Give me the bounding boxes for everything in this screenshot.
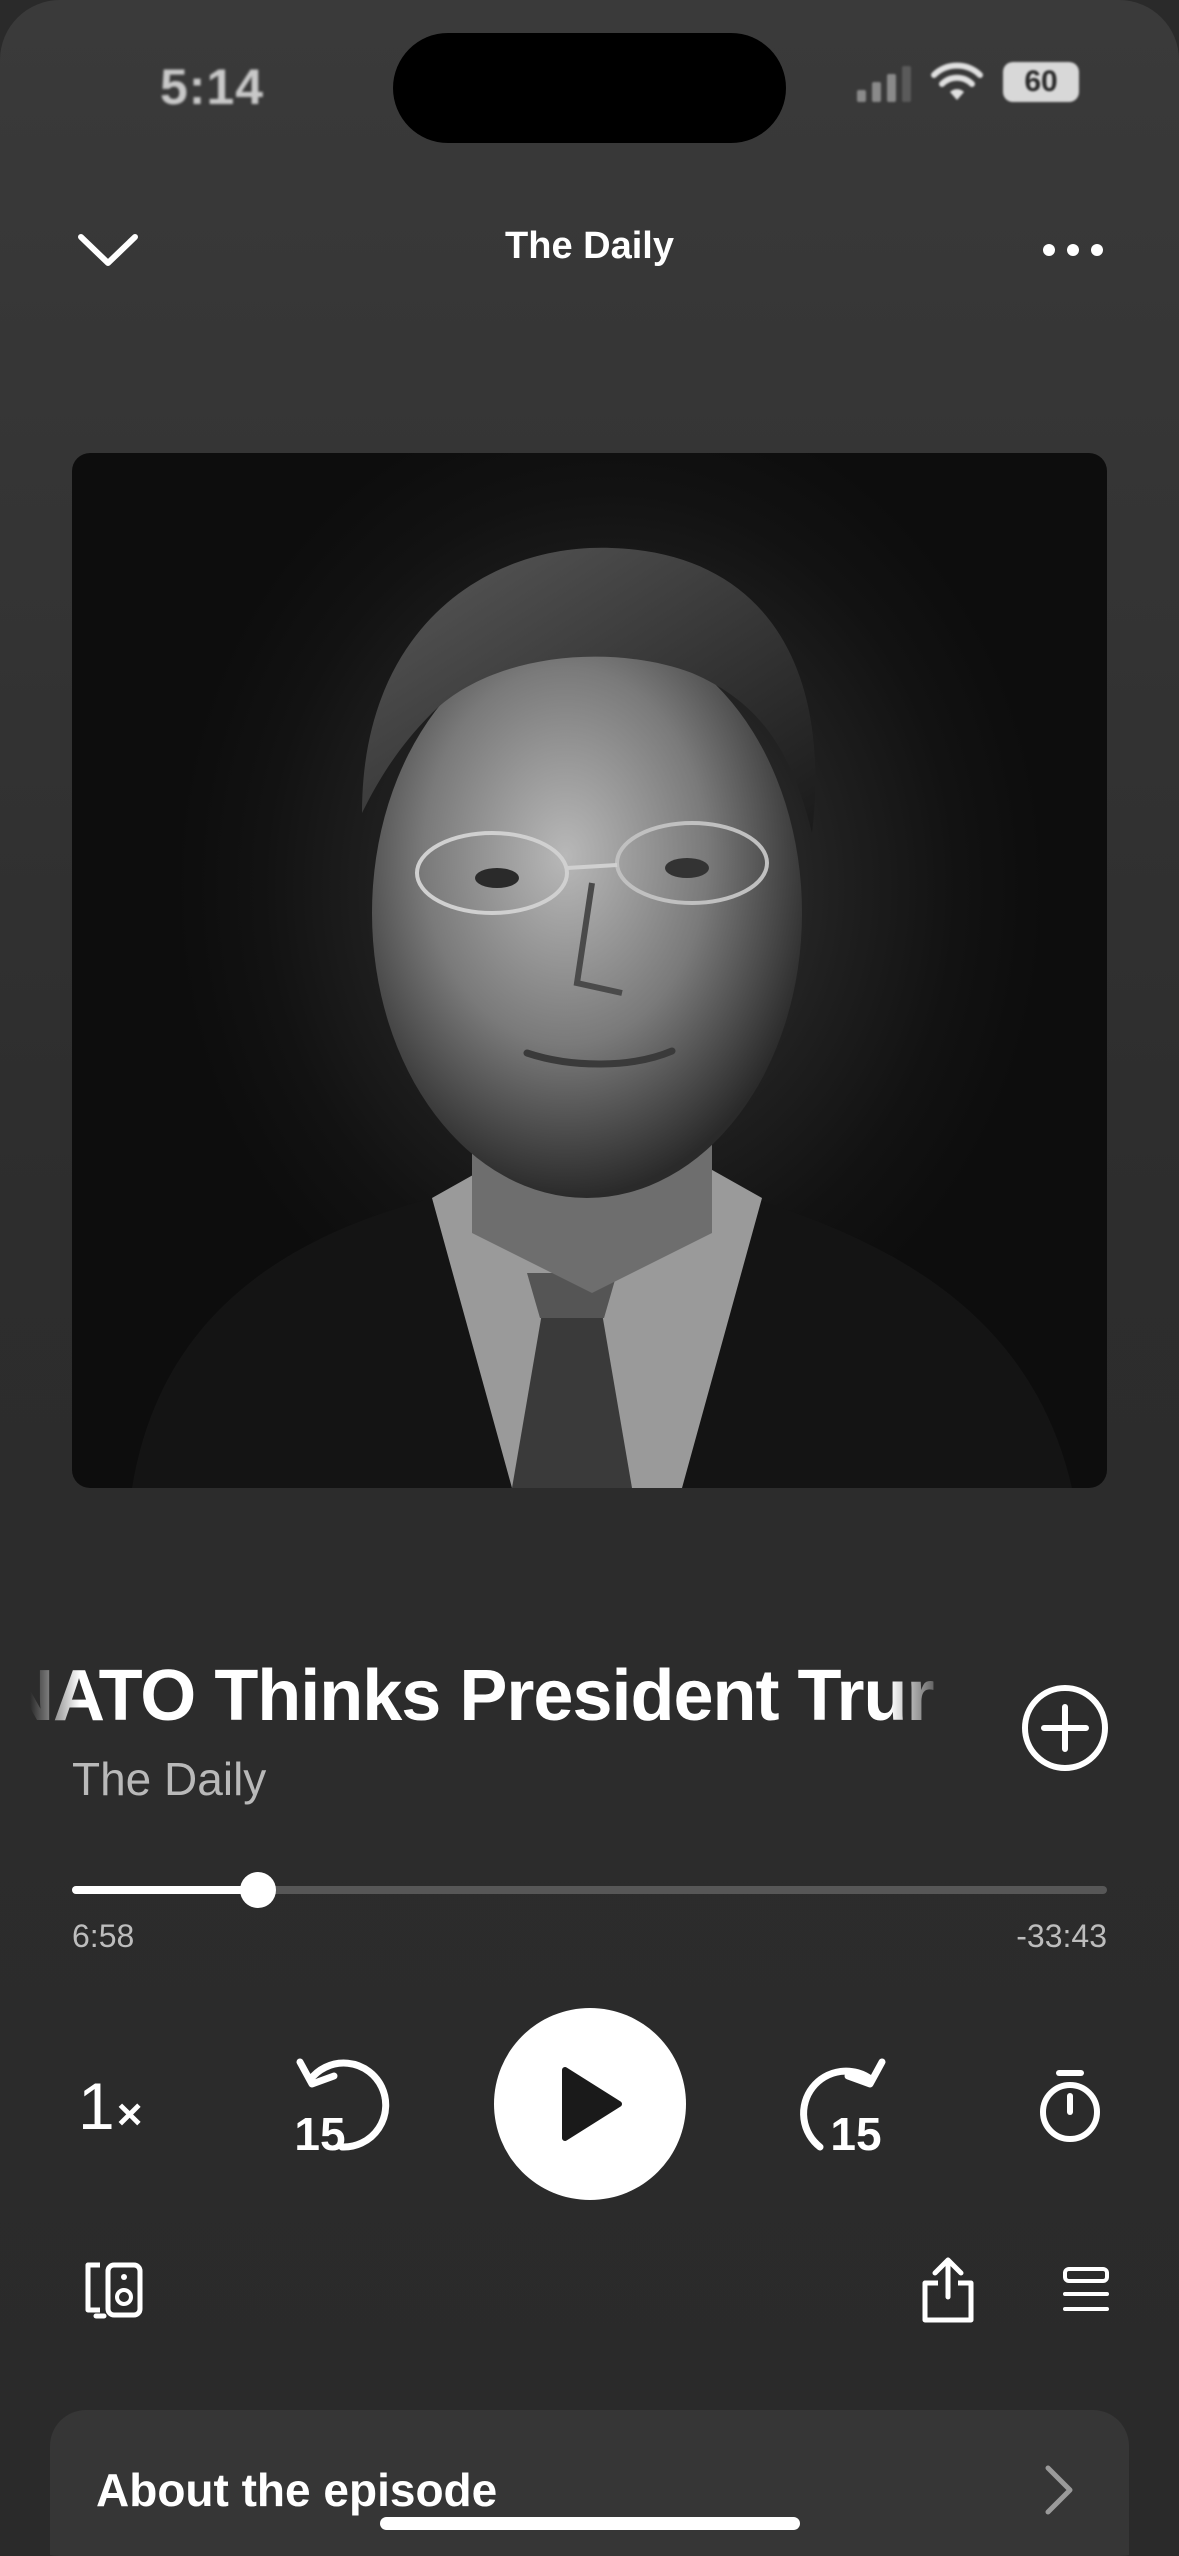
show-name[interactable]: The Daily [72, 1752, 266, 1806]
add-to-library-button[interactable] [1020, 1683, 1110, 1773]
connect-device-icon [85, 2262, 143, 2319]
chevron-right-icon [1045, 2465, 1073, 2515]
progress-fill [72, 1886, 259, 1894]
timer-icon [1040, 2070, 1100, 2142]
skip-forward-15-icon: 15 [800, 2058, 886, 2160]
portrait-illustration [132, 547, 1072, 1488]
battery-icon: 60 [1003, 62, 1079, 102]
wifi-icon [931, 62, 983, 100]
skip-forward-seconds: 15 [830, 2108, 881, 2160]
play-button[interactable] [494, 2008, 686, 2200]
remaining-time: -33:43 [1016, 1918, 1107, 1954]
status-time: 5:14 [160, 59, 265, 115]
speed-value: 1 [78, 2069, 115, 2143]
sleep-timer-button[interactable] [1035, 2068, 1105, 2144]
connect-device-button[interactable] [82, 2260, 146, 2320]
episode-title: f NATO Thinks President Trur [30, 1655, 950, 1737]
share-icon [922, 2257, 974, 2323]
skip-forward-button[interactable]: 15 [790, 2050, 900, 2160]
now-playing-screen: 5:14 60 The Daily f NATO Thinks Presiden… [0, 0, 1179, 2556]
about-episode-label: About the episode [96, 2464, 498, 2516]
cellular-signal-icon [857, 62, 911, 102]
episode-artwork [72, 453, 1107, 1488]
playback-speed-button[interactable]: 1 × [78, 2068, 142, 2144]
skip-back-button[interactable]: 15 [282, 2050, 392, 2160]
progress-track[interactable] [72, 1872, 1107, 1908]
home-indicator[interactable] [380, 2517, 800, 2530]
queue-button[interactable] [1062, 2266, 1110, 2316]
about-episode-chevron [1042, 2464, 1076, 2516]
header-title: The Daily [505, 225, 674, 267]
speed-suffix: × [116, 2090, 143, 2139]
plus-circle-icon [1022, 1685, 1108, 1771]
play-icon [562, 2067, 622, 2141]
dynamic-island [393, 33, 786, 143]
episode-title-text: f NATO Thinks President Trur [30, 1656, 934, 1736]
skip-back-seconds: 15 [294, 2108, 345, 2160]
elapsed-time: 6:58 [72, 1918, 135, 1954]
skip-back-15-icon: 15 [294, 2058, 390, 2160]
progress-thumb[interactable] [240, 1872, 277, 1908]
status-icons: 60 [857, 62, 1079, 102]
share-button[interactable] [920, 2255, 976, 2325]
more-horizontal-icon [1042, 244, 1103, 256]
queue-icon [1063, 2267, 1109, 2311]
more-options-button[interactable] [1035, 228, 1110, 272]
